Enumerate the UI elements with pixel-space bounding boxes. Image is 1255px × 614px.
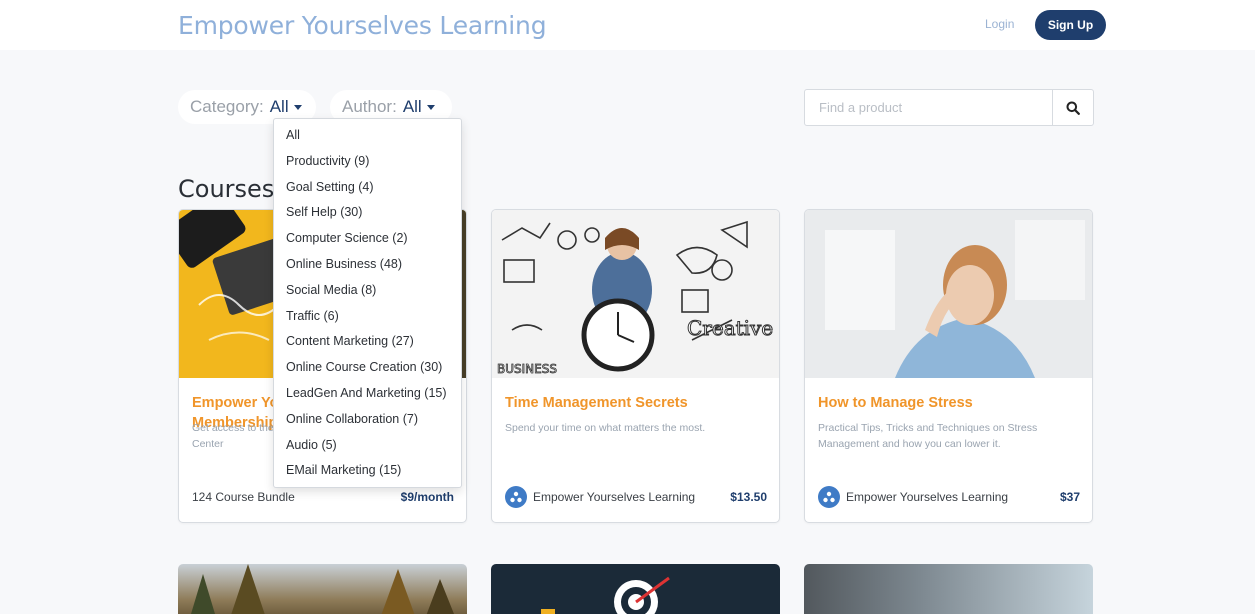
sign-up-button[interactable]: Sign Up: [1035, 10, 1106, 40]
product-search: [804, 89, 1094, 126]
category-option[interactable]: Traffic (6): [274, 304, 461, 330]
brand-logo-text[interactable]: Empower Yourselves Learning: [178, 11, 547, 40]
product-card-thumbnail[interactable]: [491, 564, 780, 614]
top-header: Empower Yourselves Learning Login Sign U…: [0, 0, 1255, 50]
category-option[interactable]: Goal Setting (4): [274, 175, 461, 201]
category-option[interactable]: All: [274, 123, 461, 149]
category-option[interactable]: Computer Science (2): [274, 226, 461, 252]
caret-down-icon: [293, 104, 302, 110]
card-price: $9/month: [400, 490, 454, 504]
svg-text:Creative: Creative: [687, 316, 773, 340]
author-filter-value: All: [402, 97, 422, 116]
card-author: Empower Yourselves Learning: [846, 490, 1009, 504]
category-filter-value: All: [269, 97, 289, 116]
category-filter-label: Category:: [190, 97, 264, 116]
product-card[interactable]: Creative BUSINESS Time Management Secret…: [491, 209, 780, 523]
search-button[interactable]: [1052, 90, 1093, 125]
card-title[interactable]: Time Management Secrets: [505, 393, 770, 413]
login-link[interactable]: Login: [985, 17, 1014, 31]
author-logo-icon: [505, 486, 527, 508]
category-option[interactable]: Self Help (30): [274, 200, 461, 226]
card-price: $13.50: [730, 490, 767, 504]
card-footer: Empower Yourselves Learning $37: [818, 486, 1080, 508]
category-option[interactable]: Productivity (9): [274, 149, 461, 175]
card-author: Empower Yourselves Learning: [533, 490, 696, 504]
search-input[interactable]: [805, 90, 1052, 125]
card-footer: 124 Course Bundle $9/month: [192, 486, 454, 508]
card-description: Spend your time on what matters the most…: [505, 422, 706, 434]
category-option[interactable]: LeadGen And Marketing (15): [274, 381, 461, 407]
card-thumbnail: [805, 210, 1092, 378]
product-card[interactable]: How to Manage Stress Practical Tips, Tri…: [804, 209, 1093, 523]
card-description: Practical Tips, Tricks and Techniques on…: [818, 422, 1038, 450]
author-logo-icon: [818, 486, 840, 508]
category-option[interactable]: EMail Marketing (15): [274, 458, 461, 484]
course-count: 124 Course Bundle: [192, 490, 295, 504]
category-option[interactable]: Content Marketing (27): [274, 329, 461, 355]
card-footer: Empower Yourselves Learning $13.50: [505, 486, 767, 508]
author-filter-label: Author:: [342, 97, 397, 116]
search-icon: [1066, 101, 1080, 115]
card-price: $37: [1059, 490, 1080, 504]
card-thumbnail: Creative BUSINESS: [492, 210, 779, 378]
category-option[interactable]: Online Collaboration (7): [274, 407, 461, 433]
category-option[interactable]: Online Course Creation (30): [274, 355, 461, 381]
product-card-thumbnail[interactable]: [178, 564, 467, 614]
caret-down-icon: [426, 104, 435, 110]
section-title: Courses: [178, 175, 275, 203]
product-card-thumbnail[interactable]: [804, 564, 1093, 614]
category-dropdown-menu: All Productivity (9) Goal Setting (4) Self …: [273, 118, 462, 488]
card-title[interactable]: How to Manage Stress: [818, 393, 1083, 413]
category-option[interactable]: Online Business (48): [274, 252, 461, 278]
svg-text:BUSINESS: BUSINESS: [497, 362, 557, 376]
category-option[interactable]: Social Media (8): [274, 278, 461, 304]
category-option[interactable]: Audio (5): [274, 433, 461, 459]
